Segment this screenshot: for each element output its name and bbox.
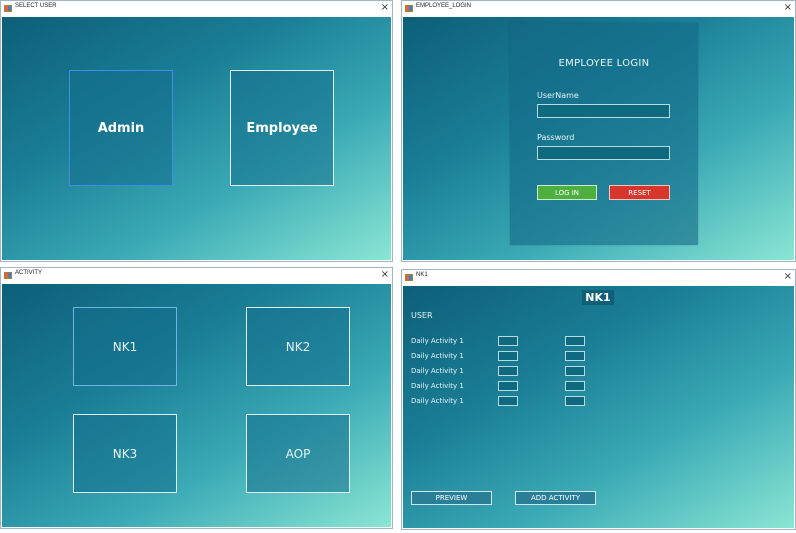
select-user-window: SELECT USER × Admin Employee [0, 0, 393, 262]
nk1-window: NK1 × NK1 USER Daily Activity 1 Daily Ac… [401, 269, 796, 530]
close-icon[interactable]: × [381, 268, 389, 282]
activity-window: ACTIVITY × NK1 NK2 NK3 AOP [0, 267, 393, 529]
activity-row-label: Daily Activity 1 [411, 337, 464, 345]
employee-login-titlebar: EMPLOYEE_LOGIN × [402, 1, 795, 17]
select-user-client: Admin Employee [2, 17, 391, 260]
activity-row-label: Daily Activity 1 [411, 382, 464, 390]
app-icon [405, 5, 413, 12]
window-title: SELECT USER [15, 3, 57, 9]
login-button[interactable]: LOG IN [537, 185, 597, 200]
activity-titlebar: ACTIVITY × [1, 268, 392, 284]
login-heading: EMPLOYEE LOGIN [558, 58, 650, 69]
activity-row-field-2[interactable] [565, 351, 585, 361]
activity-row-field-1[interactable] [498, 366, 518, 376]
nk1-tile-label: NK1 [112, 339, 138, 354]
login-panel: EMPLOYEE LOGIN UserName Password LOG IN … [510, 23, 698, 245]
nk2-tile[interactable]: NK2 [246, 307, 350, 386]
employee-login-window: EMPLOYEE_LOGIN × EMPLOYEE LOGIN UserName… [401, 0, 796, 262]
admin-label: Admin [97, 120, 145, 136]
activity-row-label: Daily Activity 1 [411, 367, 464, 375]
password-label: Password [537, 133, 575, 142]
aop-tile[interactable]: AOP [246, 414, 350, 493]
close-icon[interactable]: × [784, 270, 792, 284]
employee-label: Employee [246, 120, 318, 136]
preview-button[interactable]: PREVIEW [411, 491, 492, 505]
activity-row-field-1[interactable] [498, 396, 518, 406]
activity-row-field-1[interactable] [498, 351, 518, 361]
app-icon [4, 272, 12, 279]
window-title: NK1 [416, 272, 428, 278]
nk3-tile-label: NK3 [112, 446, 138, 461]
username-label: UserName [537, 91, 579, 100]
nk1-tile[interactable]: NK1 [73, 307, 177, 386]
activity-row-field-2[interactable] [565, 381, 585, 391]
activity-client: NK1 NK2 NK3 AOP [2, 284, 391, 527]
employee-login-client: EMPLOYEE LOGIN UserName Password LOG IN … [403, 17, 794, 260]
reset-button[interactable]: RESET [609, 185, 670, 200]
user-label: USER [411, 311, 433, 320]
window-title: EMPLOYEE_LOGIN [416, 3, 472, 9]
activity-row-field-2[interactable] [565, 336, 585, 346]
employee-button[interactable]: Employee [230, 70, 334, 186]
nk3-tile[interactable]: NK3 [73, 414, 177, 493]
window-title: ACTIVITY [15, 270, 43, 276]
admin-button[interactable]: Admin [69, 70, 173, 186]
select-user-titlebar: SELECT USER × [1, 1, 392, 17]
close-icon[interactable]: × [381, 1, 389, 15]
activity-row-field-1[interactable] [498, 381, 518, 391]
nk1-heading: NK1 [582, 290, 614, 305]
app-icon [4, 5, 12, 12]
username-input[interactable] [537, 104, 670, 118]
app-icon [405, 274, 413, 281]
activity-row-field-2[interactable] [565, 366, 585, 376]
nk2-tile-label: NK2 [285, 339, 311, 354]
activity-row-label: Daily Activity 1 [411, 352, 464, 360]
nk1-titlebar: NK1 × [402, 270, 795, 286]
close-icon[interactable]: × [784, 1, 792, 15]
password-input[interactable] [537, 146, 670, 160]
activity-row-field-1[interactable] [498, 336, 518, 346]
activity-row-label: Daily Activity 1 [411, 397, 464, 405]
nk1-client: NK1 USER Daily Activity 1 Daily Activity… [403, 286, 794, 528]
activity-row-field-2[interactable] [565, 396, 585, 406]
add-activity-button[interactable]: ADD ACTIVITY [515, 491, 596, 505]
aop-tile-label: AOP [285, 446, 311, 461]
